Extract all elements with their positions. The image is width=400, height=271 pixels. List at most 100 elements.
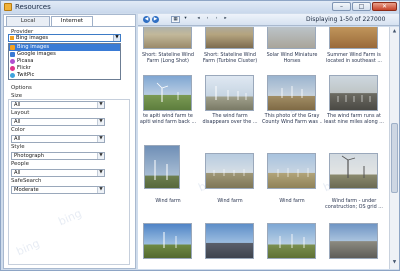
image-thumbnail[interactable] [267,223,316,259]
image-thumbnail[interactable] [329,27,378,49]
layout-select[interactable]: All ▼ [11,118,105,126]
image-caption: construction; OS grid ... [325,204,383,210]
close-button[interactable]: ✕ [372,2,397,11]
image-caption: Horses [283,58,301,64]
back-icon[interactable]: ◀ [143,16,150,23]
wind-turbine-image [213,169,245,176]
image-result[interactable] [200,223,260,269]
prev-page-button[interactable]: ‹ [204,16,211,23]
scroll-down-icon[interactable]: ▼ [391,259,398,266]
layout-value: All [14,119,21,125]
minimize-button[interactable]: – [332,2,351,11]
safesearch-value: Moderate [14,187,39,193]
wind-turbine-image [156,82,179,102]
image-thumbnail[interactable] [205,153,254,189]
gallery-scrollbar[interactable]: ▲ ▼ [389,27,399,269]
first-page-button[interactable]: ◂ [195,16,202,23]
folder-icon [4,3,12,11]
image-thumbnail[interactable] [143,75,192,111]
provider-option-bing[interactable]: Bing images [9,44,120,51]
title-bar[interactable]: Resources – □ ✕ [1,1,399,13]
image-thumbnail[interactable] [267,153,316,189]
bing-icon [10,36,14,40]
wind-turbine-image [154,160,168,180]
image-caption: Wind farm [217,198,243,204]
image-caption: County Wind Farm was ... [262,119,322,125]
chevron-down-icon: ▼ [97,119,104,125]
image-result[interactable]: Wind farm - under construction; OS grid … [324,145,384,211]
provider-option-label: Bing images [17,44,50,50]
maximize-button[interactable]: □ [352,2,371,11]
next-page-button[interactable]: › [213,16,220,23]
wind-turbine-image [337,95,371,102]
image-caption: Farm (Turbine Cluster) [202,58,258,64]
options-title: Options [11,85,32,91]
image-thumbnail[interactable] [205,75,254,111]
wind-turbine-image [281,86,303,98]
image-result[interactable]: Wind farm [200,145,260,211]
image-result[interactable]: Wind farm [262,145,322,211]
chevron-down-icon: ▼ [97,170,104,176]
wind-turbine-image [277,168,309,177]
style-label: Style [11,144,25,150]
forward-icon[interactable]: ▶ [152,16,159,23]
tab-internet[interactable]: Internet [51,16,93,26]
wind-turbine-image [279,234,305,248]
tab-divider [4,26,135,27]
provider-select[interactable]: Bing images ▼ [8,34,121,42]
image-thumbnail[interactable] [205,27,254,49]
image-result[interactable]: Short: Stateline Wind Farm (Long Shot) [138,27,198,67]
tab-local[interactable]: Local [6,16,50,26]
image-thumbnail[interactable] [143,27,192,49]
image-thumbnail[interactable] [329,153,378,189]
wind-turbine-image [215,86,247,100]
provider-dropdown: Bing images Google images Picasa Flickr … [8,43,121,80]
chevron-down-icon: ▼ [97,136,104,142]
people-select[interactable]: All ▼ [11,169,105,177]
image-thumbnail[interactable] [329,223,378,259]
image-result[interactable]: Short: Stateline Wind Farm (Turbine Clus… [200,27,260,67]
wind-turbine-image [163,232,177,248]
safesearch-select[interactable]: Moderate ▼ [11,186,105,194]
image-result[interactable]: Summer Wind Farm is located in southeast… [324,27,384,67]
wind-turbine-image [341,155,365,178]
image-thumbnail[interactable] [329,75,378,111]
provider-option-google[interactable]: Google images [9,51,120,58]
image-thumbnail[interactable] [205,223,254,259]
bing-icon [10,45,15,50]
image-result[interactable] [262,223,322,269]
provider-option-label: Flickr [17,65,31,71]
scroll-up-icon[interactable]: ▲ [391,28,398,35]
chevron-down-icon: ▼ [97,102,104,108]
image-gallery: bing bing bing bing Short: Stateline Win… [138,27,389,269]
image-result[interactable]: Wind farm [138,145,198,211]
image-result[interactable] [324,223,384,269]
last-page-button[interactable]: ▸ [222,16,229,23]
picasa-icon [10,59,15,64]
image-thumbnail[interactable] [267,27,316,49]
provider-option-twitpic[interactable]: TwitPic [9,72,120,79]
people-value: All [14,170,21,176]
image-thumbnail[interactable] [267,75,316,111]
style-select[interactable]: Photograph ▼ [11,152,105,160]
image-result[interactable]: te apiti wind farm te apiti wind farm ba… [138,75,198,143]
image-thumbnail[interactable] [144,145,180,189]
image-result[interactable]: The wind farm runs at least nine miles a… [324,75,384,143]
image-result[interactable]: Solar Wind Miniature Horses [262,27,322,67]
image-result[interactable] [138,223,198,269]
image-thumbnail[interactable] [143,223,192,259]
image-result[interactable]: The wind farm disappears over the ... [200,75,260,143]
scrollbar-thumb[interactable] [391,123,398,193]
provider-option-label: TwitPic [17,72,35,78]
color-select[interactable]: All ▼ [11,135,105,143]
view-mode-button[interactable]: ▦ [171,16,180,23]
size-select[interactable]: All ▼ [11,101,105,109]
color-value: All [14,136,21,142]
provider-option-picasa[interactable]: Picasa [9,58,120,65]
provider-option-flickr[interactable]: Flickr [9,65,120,72]
chevron-down-icon[interactable]: ▾ [182,16,189,23]
image-caption: least nine miles along ... [324,119,384,125]
image-result[interactable]: This photo of the Gray County Wind Farm … [262,75,322,143]
window-title: Resources [15,3,51,11]
chevron-down-icon: ▼ [113,35,120,41]
